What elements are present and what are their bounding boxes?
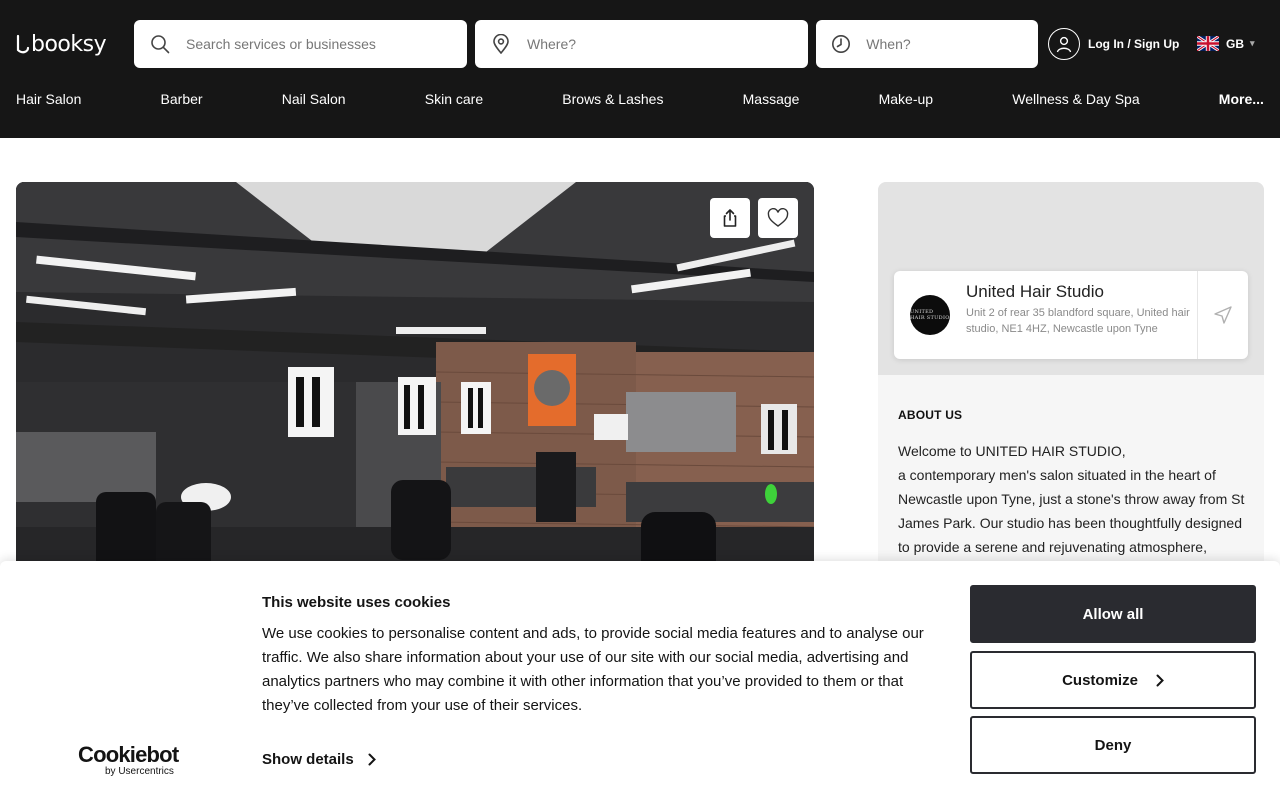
category-make-up[interactable]: Make-up	[879, 91, 933, 107]
category-nav: Hair Salon Barber Nail Salon Skin care B…	[16, 89, 1264, 109]
category-wellness-day-spa[interactable]: Wellness & Day Spa	[1012, 91, 1139, 107]
login-signup-button[interactable]: Log In / Sign Up	[1048, 28, 1179, 60]
directions-button[interactable]	[1197, 271, 1248, 359]
location-input[interactable]	[527, 36, 794, 52]
about-text: Welcome to UNITED HAIR STUDIO, a contemp…	[898, 439, 1248, 559]
business-logo-text: UNITED HAIR STUDIO	[910, 309, 950, 321]
category-skin-care[interactable]: Skin care	[425, 91, 483, 107]
language-code: GB	[1226, 36, 1244, 51]
category-barber[interactable]: Barber	[161, 91, 203, 107]
cookiebot-logo-sub: by Usercentrics	[105, 766, 174, 777]
show-details-label: Show details	[262, 751, 354, 768]
chevron-right-icon	[1156, 674, 1164, 686]
share-icon	[723, 209, 737, 227]
location-field[interactable]	[475, 20, 808, 68]
category-brows-lashes[interactable]: Brows & Lashes	[562, 91, 663, 107]
booksy-logo-mark-icon	[16, 34, 30, 54]
heart-icon	[767, 208, 789, 227]
login-label: Log In / Sign Up	[1088, 37, 1180, 51]
cookiebot-logo: Cookiebot by Usercentrics	[78, 744, 188, 778]
favorite-button[interactable]	[758, 198, 798, 238]
uk-flag-icon	[1197, 36, 1219, 51]
customize-button[interactable]: Customize	[970, 651, 1256, 709]
booksy-logo[interactable]: booksy	[16, 30, 107, 58]
cookie-title: This website uses cookies	[262, 594, 451, 611]
category-hair-salon[interactable]: Hair Salon	[16, 91, 81, 107]
cookie-body: We use cookies to personalise content an…	[262, 625, 924, 714]
top-navigation-bar: booksy Log In / Sign Up GB	[0, 0, 1280, 138]
language-selector[interactable]: GB ▾	[1197, 36, 1255, 51]
business-address: Unit 2 of rear 35 blandford square, Unit…	[966, 307, 1190, 335]
navigation-arrow-icon	[1214, 306, 1232, 324]
location-pin-icon	[475, 20, 527, 68]
search-field[interactable]	[134, 20, 467, 68]
category-nail-salon[interactable]: Nail Salon	[282, 91, 346, 107]
category-more[interactable]: More...	[1219, 91, 1264, 107]
allow-all-label: Allow all	[1082, 605, 1144, 623]
about-text-rest: a contemporary men's salon situated in t…	[898, 467, 1245, 555]
category-massage[interactable]: Massage	[743, 91, 800, 107]
search-input[interactable]	[186, 36, 453, 52]
deny-label: Deny	[1094, 736, 1132, 754]
booksy-logo-text: booksy	[31, 31, 107, 57]
share-button[interactable]	[710, 198, 750, 238]
time-input[interactable]	[866, 36, 1038, 52]
show-details-link[interactable]: Show details	[262, 751, 376, 768]
user-icon	[1048, 28, 1080, 60]
cookiebot-logo-text: Cookiebot	[78, 742, 179, 767]
chevron-right-icon	[368, 753, 376, 766]
deny-button[interactable]: Deny	[970, 716, 1256, 774]
customize-label: Customize	[1062, 671, 1138, 689]
business-name: United Hair Studio	[966, 282, 1104, 301]
clock-icon	[816, 20, 866, 68]
cookie-consent-banner: Cookiebot by Usercentrics This website u…	[0, 561, 1280, 800]
allow-all-button[interactable]: Allow all	[970, 585, 1256, 643]
about-text-line1: Welcome to UNITED HAIR STUDIO,	[898, 443, 1126, 459]
time-field[interactable]	[816, 20, 1038, 68]
chevron-down-icon: ▾	[1250, 38, 1255, 48]
business-logo: UNITED HAIR STUDIO	[910, 295, 950, 335]
business-card: UNITED HAIR STUDIO United Hair Studio Un…	[894, 271, 1248, 359]
search-icon	[134, 20, 186, 68]
about-heading: ABOUT US	[898, 408, 963, 422]
